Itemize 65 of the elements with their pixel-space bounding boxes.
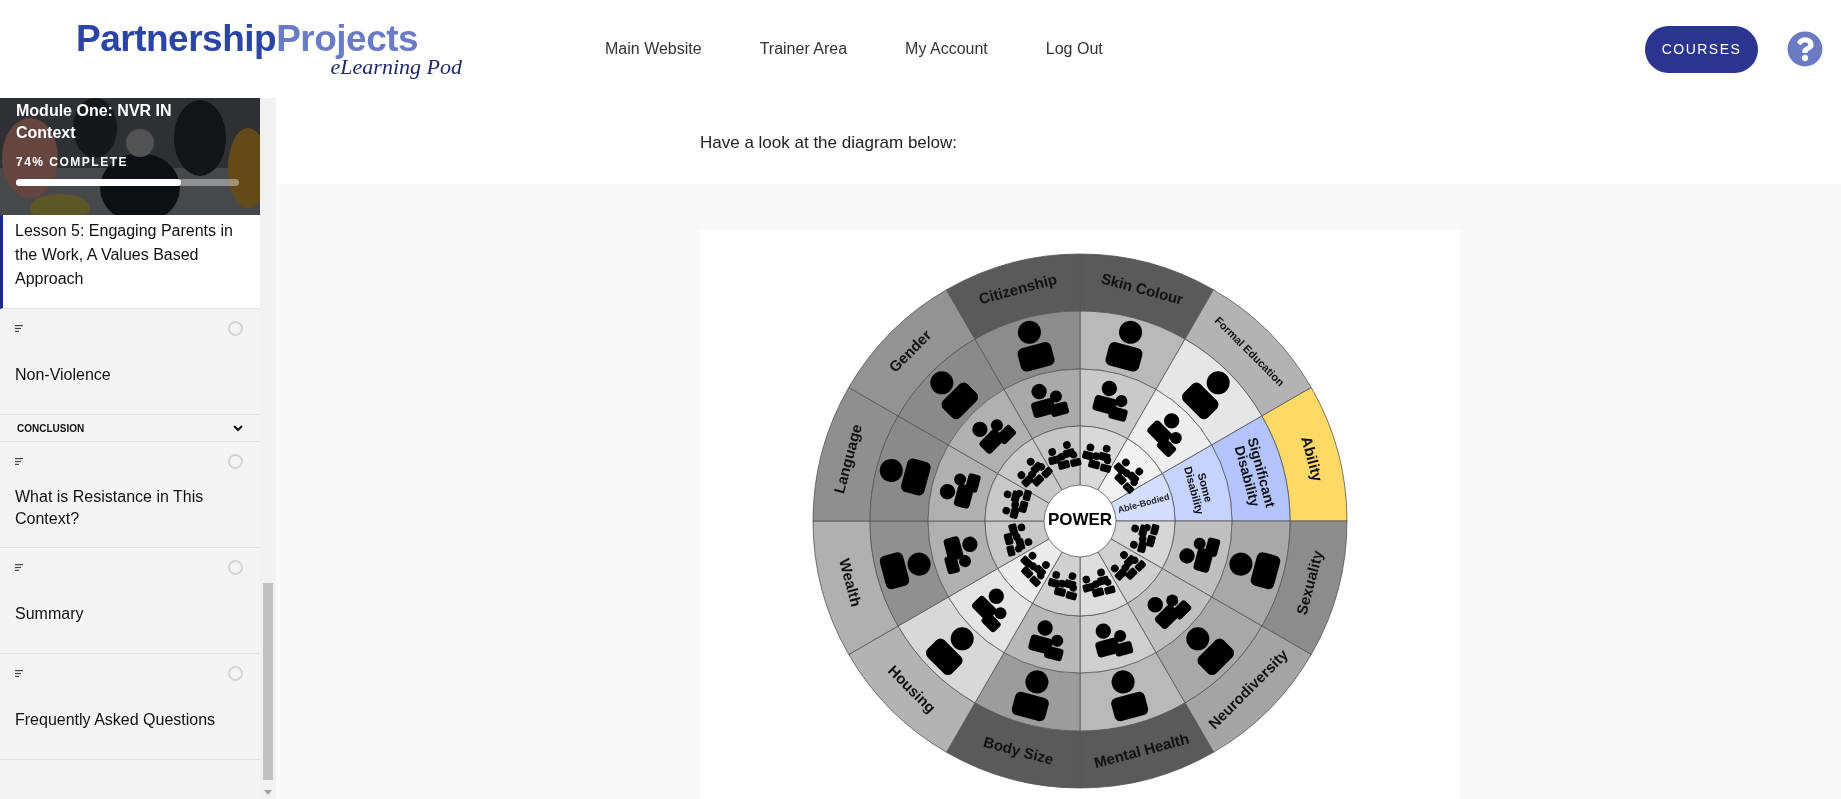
person-icon [879, 457, 932, 497]
person-icon [1016, 320, 1056, 373]
sector-label: Ability [1298, 434, 1327, 484]
sector-label: Skin Colour [1099, 269, 1186, 308]
ring-label: Some Disability [1181, 465, 1215, 516]
pair-icon [1027, 620, 1065, 662]
person-icon [930, 371, 981, 422]
group-icon [1017, 457, 1054, 489]
topic-title: Non-Violence [15, 365, 111, 385]
pair-icon [970, 588, 1007, 634]
scroll-down-icon[interactable] [264, 790, 272, 795]
pair-icon [1145, 413, 1182, 459]
pair-icon [1179, 536, 1221, 574]
lines-icon [15, 564, 24, 571]
sector-label: Wealth [836, 556, 866, 609]
group-icon [1130, 523, 1160, 554]
lines-icon [15, 325, 24, 332]
person-icon [1010, 670, 1051, 723]
nav-link[interactable]: Trainer Area [759, 37, 848, 61]
lines-icon [15, 670, 24, 677]
scrollbar-thumb[interactable] [263, 583, 273, 780]
sector-label: Mental Health [1092, 729, 1191, 772]
topic-title: Frequently Asked Questions [15, 710, 216, 730]
person-icon [1179, 371, 1230, 422]
pair-icon [972, 419, 1018, 456]
pair-icon [939, 472, 982, 510]
help-icon[interactable] [1787, 31, 1823, 67]
pair-icon [1094, 623, 1134, 659]
group-icon [1081, 443, 1112, 474]
group-icon [1019, 551, 1050, 588]
logo-word: Projects [276, 19, 419, 59]
nav-link[interactable]: Main Website [605, 37, 702, 61]
lines-icon [15, 458, 24, 465]
logo[interactable]: PartnershipProjects eLearning Pod [76, 19, 466, 79]
section-title: CONCLUSION [17, 421, 85, 436]
pair-icon [942, 535, 978, 575]
nav-link[interactable]: My Account [905, 37, 988, 61]
pair-icon [1091, 380, 1129, 423]
pair-icon [1030, 383, 1070, 419]
module-card[interactable]: Module One: NVR IN Context 74% COMPLETE [0, 98, 260, 215]
topic-title: Summary [15, 604, 84, 624]
pair-icon [1147, 594, 1193, 631]
group-icon [1002, 489, 1033, 520]
logo-word: Partnership [76, 19, 277, 59]
intro-text: Have a look at the diagram below: [700, 132, 958, 155]
center-label: POWER [1047, 510, 1113, 530]
person-icon [878, 550, 931, 591]
sector-label: Body Size [981, 732, 1056, 768]
group-icon [1112, 458, 1144, 495]
group-icon [1047, 571, 1078, 601]
lesson-title: Lesson 5: Engaging Parents in the Work, A Values Based Approach [15, 222, 233, 287]
group-icon [1081, 568, 1117, 598]
topic-title: What is Resistance in This Context? [15, 487, 205, 529]
nav-link[interactable]: Log Out [1045, 37, 1103, 61]
person-icon [1109, 670, 1150, 723]
person-icon [1229, 550, 1282, 591]
group-icon [1003, 522, 1033, 558]
scrollbar[interactable] [260, 98, 276, 799]
group-icon [1047, 441, 1082, 471]
progress-label: 74% COMPLETE [16, 154, 130, 171]
group-icon [1110, 551, 1147, 582]
module-title: Module One: NVR IN Context [16, 101, 173, 143]
courses-button[interactable]: COURSES [1645, 25, 1758, 73]
person-icon [1104, 320, 1144, 373]
lesson-item[interactable]: Lesson 5: Engaging Parents in the Work, A Values Based Approach [0, 215, 260, 309]
